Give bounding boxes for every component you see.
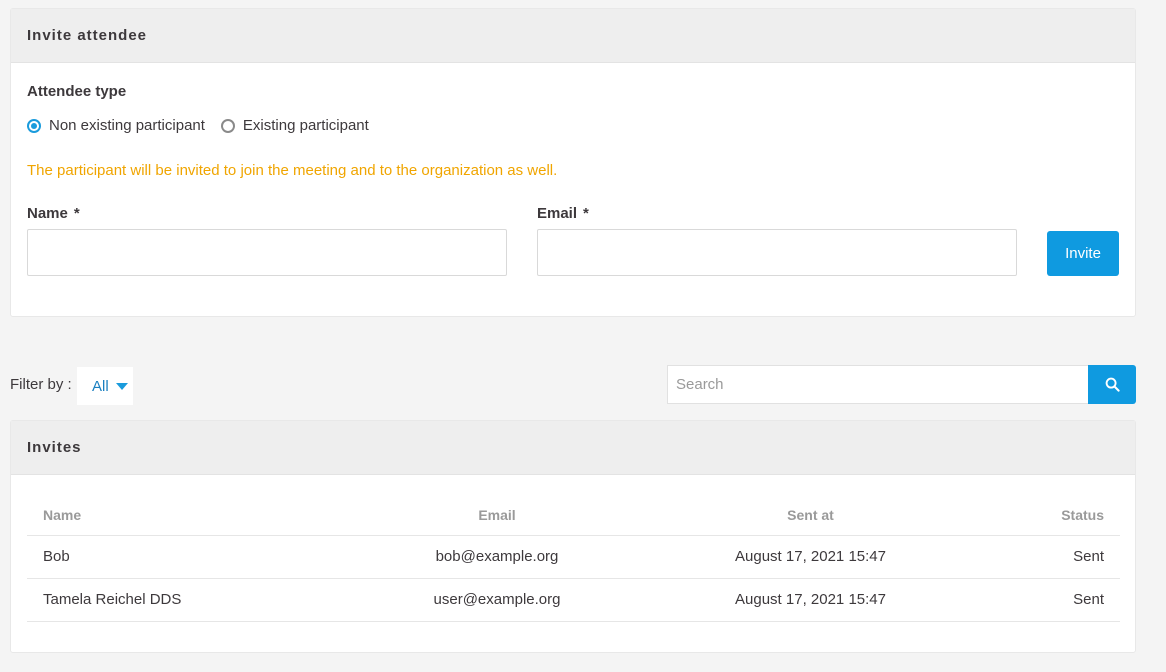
- invite-email: bob@example.org: [307, 535, 687, 579]
- radio-label: Non existing participant: [49, 117, 205, 134]
- email-field-label: Email *: [537, 205, 589, 222]
- attendee-type-radio-group: Non existing participant Existing partic…: [27, 117, 385, 134]
- email-label-text: Email: [537, 205, 578, 222]
- radio-checked-icon[interactable]: [27, 118, 41, 133]
- invites-title: Invites: [11, 421, 1135, 475]
- invites-table: Name Email Sent at Status Bob bob@exampl…: [27, 495, 1120, 622]
- invite-sent-at: August 17, 2021 15:47: [687, 535, 934, 579]
- invite-name: Tamela Reichel DDS: [27, 578, 307, 622]
- attendee-type-label: Attendee type: [27, 83, 127, 100]
- radio-non-existing-participant[interactable]: Non existing participant: [27, 117, 205, 134]
- table-header-row: Name Email Sent at Status: [27, 495, 1120, 536]
- filter-selected-value: All: [92, 377, 109, 395]
- name-input[interactable]: [27, 229, 507, 276]
- name-field-label: Name *: [27, 205, 80, 222]
- column-header-sent-at[interactable]: Sent at: [687, 495, 934, 536]
- search-button[interactable]: [1088, 365, 1136, 404]
- name-label-text: Name: [27, 205, 68, 222]
- invite-status: Sent: [934, 578, 1120, 622]
- table-row[interactable]: Tamela Reichel DDS user@example.org Augu…: [27, 578, 1120, 622]
- search-input[interactable]: [667, 365, 1089, 404]
- email-input[interactable]: [537, 229, 1017, 276]
- table-row[interactable]: Bob bob@example.org August 17, 2021 15:4…: [27, 535, 1120, 579]
- invite-sent-at: August 17, 2021 15:47: [687, 578, 934, 622]
- invite-email: user@example.org: [307, 578, 687, 622]
- invite-name: Bob: [27, 535, 307, 579]
- radio-label: Existing participant: [242, 117, 369, 134]
- caret-down-icon: [115, 382, 128, 390]
- filter-by-label: Filter by :: [10, 376, 72, 393]
- radio-unchecked-icon[interactable]: [220, 118, 235, 133]
- invite-button[interactable]: Invite: [1047, 231, 1119, 276]
- invite-attendee-card: Invite attendee Attendee type Non existi…: [10, 8, 1136, 317]
- required-marker: *: [73, 205, 80, 222]
- filter-dropdown[interactable]: All: [77, 367, 133, 405]
- invite-status: Sent: [934, 535, 1120, 579]
- required-marker: *: [583, 205, 589, 222]
- column-header-name[interactable]: Name: [27, 495, 307, 536]
- invites-card: Invites Name Email Sent at Status Bob bo…: [10, 420, 1136, 653]
- column-header-status[interactable]: Status: [934, 495, 1120, 536]
- search-icon: [1105, 377, 1120, 392]
- invite-attendee-title: Invite attendee: [11, 9, 1135, 63]
- invite-help-text: The participant will be invited to join …: [27, 162, 558, 179]
- radio-existing-participant[interactable]: Existing participant: [220, 117, 369, 134]
- column-header-email[interactable]: Email: [307, 495, 687, 536]
